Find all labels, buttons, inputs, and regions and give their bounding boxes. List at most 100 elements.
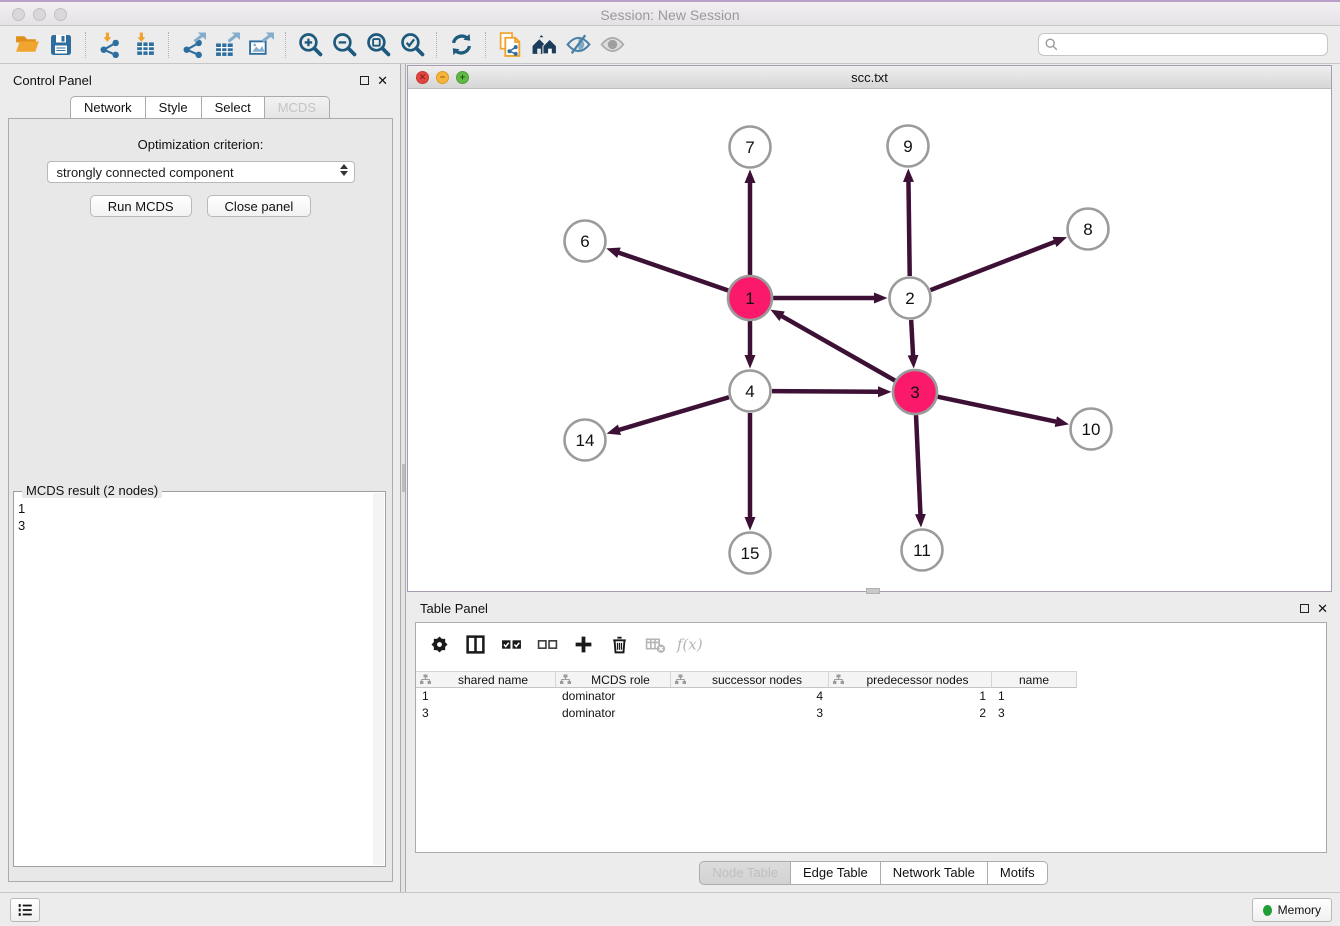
hide-graphics-button[interactable] — [561, 30, 595, 60]
export-network-button[interactable] — [176, 30, 210, 60]
table-row-0[interactable]: 1dominator411 — [416, 688, 1326, 705]
tab-node-table[interactable]: Node Table — [699, 861, 791, 885]
import-network-button[interactable] — [93, 30, 127, 60]
network-graph[interactable]: 7968124314101511 — [408, 89, 1331, 591]
optimization-criterion-label: Optimization criterion: — [9, 137, 392, 152]
graph-edge-3-1[interactable] — [782, 316, 895, 381]
column-type-icon — [420, 674, 431, 685]
column-type-icon — [560, 674, 571, 685]
tab-edge-table[interactable]: Edge Table — [791, 861, 881, 885]
open-session-button[interactable] — [10, 30, 44, 60]
delete-table-button[interactable] — [640, 631, 670, 657]
table-settings-button[interactable] — [424, 631, 454, 657]
splitter-handle[interactable] — [402, 464, 405, 480]
mcds-result-text[interactable]: 1 3 — [18, 500, 371, 862]
cell[interactable]: 1 — [416, 688, 556, 705]
zoom-out-button[interactable] — [327, 30, 361, 60]
network-canvas[interactable]: 7968124314101511 — [408, 89, 1331, 591]
table-panel-header: Table Panel ✕ — [407, 596, 1340, 620]
graph-edge-3-11[interactable] — [916, 415, 920, 515]
column-type-icon — [675, 674, 686, 685]
cell[interactable]: dominator — [556, 705, 671, 722]
result-scrollbar[interactable] — [373, 493, 384, 865]
cell[interactable]: 1 — [992, 688, 1077, 705]
graph-edge-4-3[interactable] — [772, 391, 879, 392]
tab-motifs[interactable]: Motifs — [988, 861, 1048, 885]
network-window-title: scc.txt — [408, 70, 1331, 85]
memory-button[interactable]: Memory — [1252, 898, 1332, 922]
home-network-button[interactable] — [527, 30, 561, 60]
node-table-panel: f(x) shared nameMCDS rolesuccessor nodes… — [415, 622, 1327, 853]
select-all-rows-button[interactable] — [496, 631, 526, 657]
table-row-1[interactable]: 3dominator323 — [416, 705, 1326, 722]
column-header-shared-name[interactable]: shared name — [416, 671, 556, 688]
export-image-button[interactable] — [244, 30, 278, 60]
memory-label: Memory — [1278, 903, 1321, 917]
column-header-name[interactable]: name — [992, 671, 1077, 688]
graph-edge-3-10[interactable] — [938, 397, 1057, 422]
graph-node-label-14: 14 — [576, 431, 595, 450]
close-panel-button[interactable]: Close panel — [207, 195, 312, 217]
horizontal-splitter-handle[interactable] — [866, 588, 880, 594]
tab-style[interactable]: Style — [146, 96, 202, 120]
main-toolbar — [0, 26, 1340, 64]
cell[interactable]: 3 — [416, 705, 556, 722]
graph-edge-1-6[interactable] — [619, 253, 729, 291]
criterion-dropdown[interactable]: strongly connected component — [47, 161, 355, 183]
mcds-result-title: MCDS result (2 nodes) — [22, 483, 162, 498]
session-title: Session: New Session — [0, 7, 1340, 23]
tab-select[interactable]: Select — [202, 96, 265, 120]
tab-mcds[interactable]: MCDS — [265, 96, 330, 120]
cell[interactable]: dominator — [556, 688, 671, 705]
zoom-fit-button[interactable] — [361, 30, 395, 60]
graph-node-label-11: 11 — [913, 541, 931, 560]
cell[interactable]: 1 — [829, 688, 992, 705]
toolbar-separator — [85, 32, 86, 58]
deselect-all-rows-button[interactable] — [532, 631, 562, 657]
column-header-MCDS-role[interactable]: MCDS role — [556, 671, 671, 688]
close-table-panel-icon[interactable]: ✕ — [1317, 602, 1328, 615]
save-session-button[interactable] — [44, 30, 78, 60]
search-input[interactable] — [1038, 33, 1328, 56]
column-header-predecessor-nodes[interactable]: predecessor nodes — [829, 671, 992, 688]
graph-edge-2-9[interactable] — [908, 181, 909, 276]
table-header-row: shared nameMCDS rolesuccessor nodesprede… — [416, 671, 1326, 688]
cell[interactable]: 3 — [671, 705, 829, 722]
graph-node-label-1: 1 — [745, 289, 754, 308]
split-panel-button[interactable] — [460, 631, 490, 657]
network-window-titlebar[interactable]: ✕ − + scc.txt — [408, 66, 1331, 89]
graph-edge-4-14[interactable] — [619, 397, 729, 430]
graph-edge-2-8[interactable] — [931, 242, 1055, 290]
show-graphics-button[interactable] — [595, 30, 629, 60]
tab-network[interactable]: Network — [70, 96, 146, 120]
network-snapshot-button[interactable] — [493, 30, 527, 60]
run-mcds-button[interactable]: Run MCDS — [90, 195, 192, 217]
mcds-panel: Optimization criterion: strongly connect… — [8, 118, 393, 882]
table-panel-title: Table Panel — [420, 601, 488, 616]
graph-node-label-3: 3 — [910, 383, 919, 402]
vertical-splitter[interactable] — [400, 64, 406, 892]
float-table-panel-icon[interactable] — [1300, 604, 1309, 613]
cell[interactable]: 4 — [671, 688, 829, 705]
graph-edge-2-3[interactable] — [911, 320, 913, 356]
delete-column-button[interactable] — [604, 631, 634, 657]
task-history-button[interactable] — [10, 898, 40, 922]
network-window: ✕ − + scc.txt 7968124314101511 — [407, 65, 1332, 592]
export-table-button[interactable] — [210, 30, 244, 60]
column-header-successor-nodes[interactable]: successor nodes — [671, 671, 829, 688]
cell[interactable]: 2 — [829, 705, 992, 722]
search-container — [1038, 33, 1328, 56]
refresh-layout-button[interactable] — [444, 30, 478, 60]
function-builder-button[interactable]: f(x) — [676, 631, 706, 657]
graph-node-label-4: 4 — [745, 382, 754, 401]
cell[interactable]: 3 — [992, 705, 1077, 722]
status-bar: Memory — [0, 892, 1340, 926]
close-panel-icon[interactable]: ✕ — [377, 74, 388, 87]
zoom-selected-button[interactable] — [395, 30, 429, 60]
tab-network-table[interactable]: Network Table — [881, 861, 988, 885]
add-column-button[interactable] — [568, 631, 598, 657]
zoom-in-button[interactable] — [293, 30, 327, 60]
import-table-button[interactable] — [127, 30, 161, 60]
float-panel-icon[interactable] — [360, 76, 369, 85]
app-titlebar: Session: New Session — [0, 0, 1340, 26]
